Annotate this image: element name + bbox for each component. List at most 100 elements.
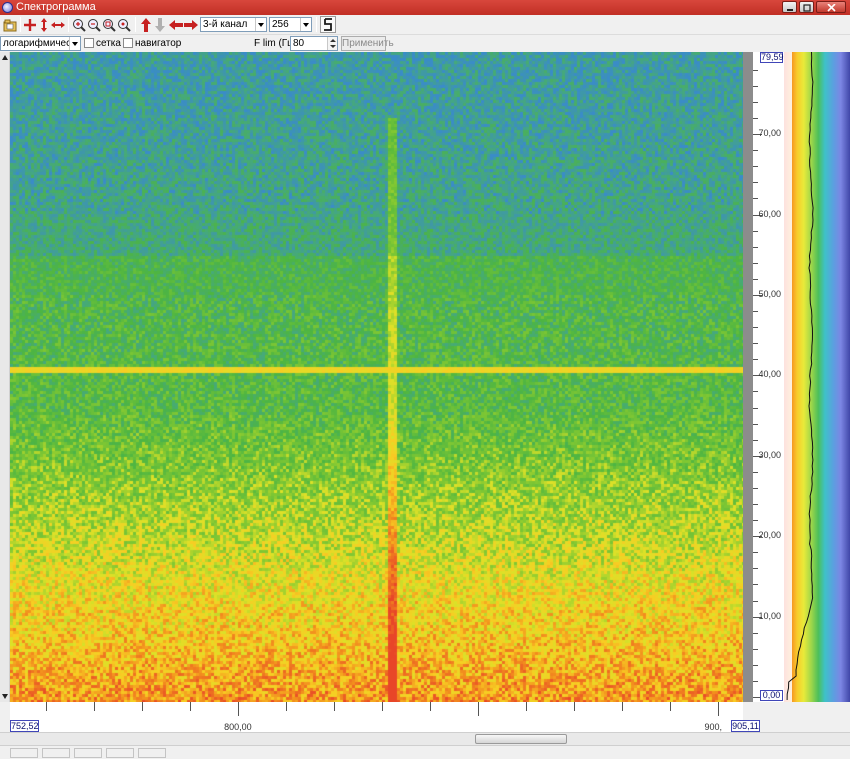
x-start-value: 752,52	[10, 720, 39, 732]
options-toolbar: логарифмический сетка навигатор F lim (Г…	[0, 35, 850, 52]
y-tick	[753, 246, 758, 248]
x-tick	[142, 702, 143, 711]
chevron-down-icon	[255, 18, 266, 31]
y-min-value: 0,00	[760, 690, 783, 701]
chevron-down-icon	[300, 18, 311, 31]
zoom-out-icon	[88, 18, 101, 32]
y-tick	[753, 504, 758, 505]
x-tick	[45, 702, 47, 711]
apply-button[interactable]: Применить	[341, 36, 394, 51]
y-tick	[753, 69, 758, 71]
x-tick-label: 900,	[704, 722, 722, 732]
y-tick	[753, 471, 758, 473]
y-tick	[753, 343, 758, 345]
y-tick	[753, 150, 758, 152]
y-tick-label: 70,00	[758, 128, 781, 139]
grid-checkbox[interactable]	[84, 38, 94, 48]
y-max-value: 79,59	[760, 52, 784, 63]
chevron-down-icon	[69, 37, 80, 50]
x-tick	[526, 702, 528, 711]
y-tick	[753, 262, 758, 264]
scroll-right-button[interactable]	[183, 16, 199, 33]
app-icon	[2, 2, 13, 13]
x-end-value: 905,11	[731, 720, 760, 732]
scrollbar-thumb[interactable]	[475, 734, 567, 744]
navigator-label: навигатор	[135, 38, 182, 49]
y-tick	[753, 198, 758, 200]
horizontal-resize-icon	[51, 21, 65, 28]
y-tick	[753, 520, 758, 522]
plot-right-border	[743, 52, 753, 702]
x-tick-label: 800,00	[224, 722, 252, 732]
y-tick	[753, 101, 758, 103]
x-tick	[478, 702, 480, 716]
x-tick	[93, 702, 95, 711]
y-tick	[753, 648, 758, 650]
x-tick	[430, 702, 432, 711]
status-bar	[0, 745, 850, 759]
zoom-in-button[interactable]	[71, 16, 87, 33]
y-tick	[753, 664, 758, 666]
minimize-button[interactable]	[782, 1, 797, 13]
y-tick-label: 10,00	[758, 610, 781, 621]
letter-s-icon	[324, 17, 332, 31]
spectrogram-plot[interactable]	[10, 52, 743, 702]
maximize-button[interactable]	[799, 1, 814, 13]
open-file-button[interactable]	[2, 16, 18, 33]
x-tick	[574, 702, 576, 711]
horizontal-resize-button[interactable]	[50, 16, 66, 33]
fft-size-value: 256	[272, 19, 289, 30]
x-tick	[286, 702, 288, 711]
spinner-arrows-icon[interactable]	[327, 37, 337, 50]
maximize-icon	[803, 4, 811, 12]
y-tick	[753, 182, 758, 184]
s-button[interactable]	[320, 16, 336, 33]
title-bar[interactable]: Спектрограмма	[0, 0, 850, 15]
y-tick	[753, 118, 758, 120]
x-tick	[190, 702, 192, 711]
scroll-left-button[interactable]	[168, 16, 184, 33]
horizontal-scrollbar[interactable]	[0, 732, 850, 745]
main-toolbar: 3-й канал 256	[0, 15, 850, 35]
y-tick	[753, 391, 758, 393]
y-tick	[753, 407, 758, 409]
crosshair-icon	[24, 18, 36, 31]
zoom-fit-icon	[103, 18, 116, 32]
window-title: Спектрограмма	[16, 1, 96, 13]
x-tick	[238, 702, 240, 716]
y-tick	[753, 166, 758, 168]
x-tick	[622, 702, 624, 711]
zoom-out-button[interactable]	[86, 16, 102, 33]
y-tick-label: 20,00	[758, 530, 781, 541]
fft-size-select[interactable]: 256	[269, 17, 312, 32]
x-tick	[382, 702, 384, 711]
y-tick	[753, 568, 758, 570]
y-tick	[753, 552, 758, 554]
vertical-scrollbar[interactable]	[0, 52, 10, 702]
navigator-checkbox[interactable]	[123, 38, 133, 48]
y-tick	[753, 584, 758, 586]
frequency-axis: 70,00 60,00 50,00 40,00 30,00 20,00 10,00	[753, 52, 784, 702]
channel-select[interactable]: 3-й канал	[200, 17, 267, 32]
y-tick	[753, 632, 758, 634]
arrow-right-icon	[184, 19, 198, 30]
scale-select[interactable]: логарифмический	[0, 36, 81, 51]
spectrogram-window: Спектрограмма 3-й канал 256 логарифмичес…	[0, 0, 850, 759]
zoom-reset-icon	[118, 18, 131, 32]
zoom-fit-button[interactable]	[101, 16, 117, 33]
close-icon	[827, 4, 836, 12]
y-tick	[753, 327, 758, 329]
arrow-down-icon	[155, 17, 165, 32]
scroll-up-arrow-icon[interactable]	[1, 54, 9, 62]
y-tick	[753, 278, 758, 280]
close-button[interactable]	[816, 1, 846, 13]
scroll-down-arrow-icon[interactable]	[1, 692, 9, 700]
y-tick	[753, 487, 758, 489]
flim-spinner[interactable]: 80	[290, 36, 338, 51]
y-tick	[753, 311, 758, 313]
time-axis: 800,00 900,	[10, 702, 743, 732]
zoom-reset-button[interactable]	[116, 16, 132, 33]
y-tick	[753, 439, 758, 441]
flim-value: 80	[293, 38, 305, 49]
scroll-down-button[interactable]	[152, 16, 168, 33]
